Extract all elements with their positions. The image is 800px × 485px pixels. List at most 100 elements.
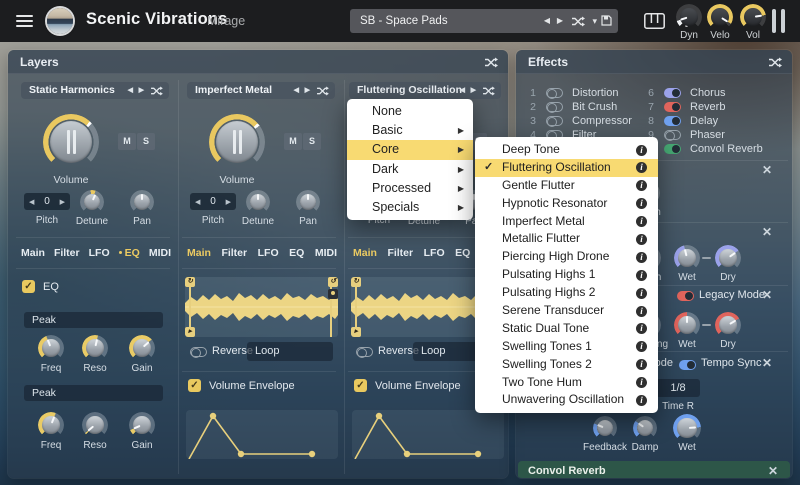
submenu-item-selected[interactable]: ✓Fluttering Oscillationi: [475, 159, 658, 177]
layer2-tab-main[interactable]: Main: [187, 247, 211, 259]
layer1-header[interactable]: Static Harmonics ◀ ▶: [21, 82, 169, 99]
effect-slot-reverb[interactable]: 7 Reverb: [636, 101, 786, 115]
eq-band2-reso-knob[interactable]: [82, 412, 108, 438]
convol-reverb-toggle[interactable]: [664, 144, 681, 154]
layer3-tab-lfo[interactable]: LFO: [424, 247, 445, 259]
menu-item-basic[interactable]: Basic▶: [347, 121, 473, 140]
vol-knob[interactable]: [740, 4, 766, 30]
dyn-knob[interactable]: [676, 4, 702, 30]
layer1-tab-lfo[interactable]: LFO: [89, 247, 110, 259]
compressor-toggle[interactable]: [546, 116, 563, 126]
pitch-decrement-icon[interactable]: ◀: [195, 198, 200, 206]
layer2-next-icon[interactable]: ▶: [305, 82, 310, 99]
preset-random-icon[interactable]: [571, 16, 585, 27]
info-icon[interactable]: i: [636, 377, 647, 388]
effect-slot-bitcrush[interactable]: 2 Bit Crush: [522, 101, 642, 115]
submenu-item[interactable]: Unwavering Oscillationi: [475, 391, 658, 409]
info-icon[interactable]: i: [636, 145, 647, 156]
chorus-toggle[interactable]: [664, 88, 681, 98]
layer3-envelope-display[interactable]: [352, 410, 504, 459]
distortion-toggle[interactable]: [546, 88, 563, 98]
layer1-prev-icon[interactable]: ◀: [128, 82, 133, 99]
layer3-random-icon[interactable]: [482, 86, 495, 96]
layer2-waveform-display[interactable]: ↻ ▸ ↺: [185, 277, 338, 337]
info-icon[interactable]: i: [636, 359, 647, 370]
menu-item-specials[interactable]: Specials▶: [347, 198, 473, 217]
effect-slot-distortion[interactable]: 1 Distortion: [522, 87, 642, 101]
effect-slot-phaser[interactable]: 9 Phaser: [636, 129, 786, 143]
layer2-tab-filter[interactable]: Filter: [221, 247, 247, 259]
eq-band1-reso-knob[interactable]: [82, 335, 108, 361]
fade-icon[interactable]: [328, 289, 338, 299]
chorus-dry-knob[interactable]: [715, 245, 741, 271]
menu-item-dark[interactable]: Dark▶: [347, 160, 473, 179]
layer2-mute-button[interactable]: M: [284, 133, 302, 150]
tempo-sync-toggle[interactable]: [679, 360, 696, 370]
layer1-tab-filter[interactable]: Filter: [54, 247, 80, 259]
layer2-solo-button[interactable]: S: [303, 133, 321, 150]
layer1-tab-main[interactable]: Main: [21, 247, 45, 259]
info-icon[interactable]: i: [636, 306, 647, 317]
submenu-item[interactable]: Deep Tonei: [475, 141, 658, 159]
play-start-icon[interactable]: ▸: [185, 327, 195, 337]
legacy-mode-toggle[interactable]: [677, 291, 694, 301]
layer2-prev-icon[interactable]: ◀: [294, 82, 299, 99]
layer1-detune-knob[interactable]: [80, 190, 104, 214]
reverb-wet-knob[interactable]: [674, 312, 700, 338]
info-icon[interactable]: i: [636, 395, 647, 406]
preset-prev-icon[interactable]: ◀: [544, 9, 550, 33]
layer2-header[interactable]: Imperfect Metal ◀ ▶: [187, 82, 335, 99]
layer3-envelope-checkbox[interactable]: [354, 379, 367, 392]
layer1-random-icon[interactable]: [150, 86, 163, 96]
info-icon[interactable]: i: [636, 270, 647, 281]
layer2-detune-knob[interactable]: [246, 190, 270, 214]
pitch-increment-icon[interactable]: ▶: [60, 198, 65, 206]
delay-toggle[interactable]: [664, 116, 681, 126]
submenu-item[interactable]: Hypnotic Resonatori: [475, 195, 658, 213]
layer1-pitch-stepper[interactable]: ◀ 0 ▶: [24, 193, 70, 210]
eq-band2-freq-knob[interactable]: [38, 412, 64, 438]
layer1-mute-button[interactable]: M: [118, 133, 136, 150]
layer2-volume-knob[interactable]: [209, 114, 265, 170]
layer2-reverse-toggle[interactable]: [190, 347, 207, 357]
delay-damp-knob[interactable]: [633, 416, 657, 440]
velo-knob[interactable]: [707, 4, 733, 30]
info-icon[interactable]: i: [636, 341, 647, 352]
delay-feedback-knob[interactable]: [593, 416, 617, 440]
submenu-item[interactable]: Metallic Flutteri: [475, 230, 658, 248]
info-icon[interactable]: i: [636, 252, 647, 263]
preset-selector[interactable]: SB - Space Pads ◀ ▶ ▾: [350, 9, 618, 33]
info-icon[interactable]: i: [636, 323, 647, 334]
info-icon[interactable]: i: [636, 234, 647, 245]
submenu-item[interactable]: Gentle Flutteri: [475, 177, 658, 195]
reverb-section-close-icon[interactable]: ✕: [762, 289, 772, 301]
preset-next-icon[interactable]: ▶: [557, 9, 563, 33]
submenu-item[interactable]: Imperfect Metali: [475, 213, 658, 231]
eq-band2-type-select[interactable]: Peak: [24, 385, 163, 401]
info-icon[interactable]: i: [636, 180, 647, 191]
layer1-solo-button[interactable]: S: [137, 133, 155, 150]
eq-band1-freq-knob[interactable]: [38, 335, 64, 361]
convol-reverb-close-icon[interactable]: ✕: [768, 465, 778, 477]
layer3-header[interactable]: Fluttering Oscillation ◀ ▶: [349, 82, 501, 99]
info-icon[interactable]: i: [636, 162, 647, 173]
layer2-tab-lfo[interactable]: LFO: [258, 247, 279, 259]
delay-time-right-select[interactable]: 1/8: [656, 379, 700, 397]
info-icon[interactable]: i: [636, 288, 647, 299]
layer3-tab-eq[interactable]: EQ: [455, 247, 470, 259]
info-icon[interactable]: i: [636, 198, 647, 209]
hamburger-menu-icon[interactable]: [16, 15, 33, 27]
menu-item-core[interactable]: Core▶: [347, 140, 473, 159]
chorus-section-close-icon[interactable]: ✕: [762, 226, 772, 238]
layer1-tab-eq[interactable]: EQ: [119, 247, 140, 259]
width-section-close-icon[interactable]: ✕: [762, 164, 772, 176]
submenu-item[interactable]: Two Tone Humi: [475, 374, 658, 392]
submenu-item[interactable]: Serene Transduceri: [475, 302, 658, 320]
submenu-item[interactable]: Piercing High Dronei: [475, 248, 658, 266]
layer1-eq-enable-checkbox[interactable]: [22, 280, 35, 293]
layer3-prev-icon[interactable]: ◀: [460, 82, 465, 99]
reverb-toggle[interactable]: [664, 102, 681, 112]
submenu-item[interactable]: Pulsating Highs 1i: [475, 266, 658, 284]
layer1-volume-knob[interactable]: [43, 114, 99, 170]
layer1-tab-midi[interactable]: MIDI: [149, 247, 171, 259]
